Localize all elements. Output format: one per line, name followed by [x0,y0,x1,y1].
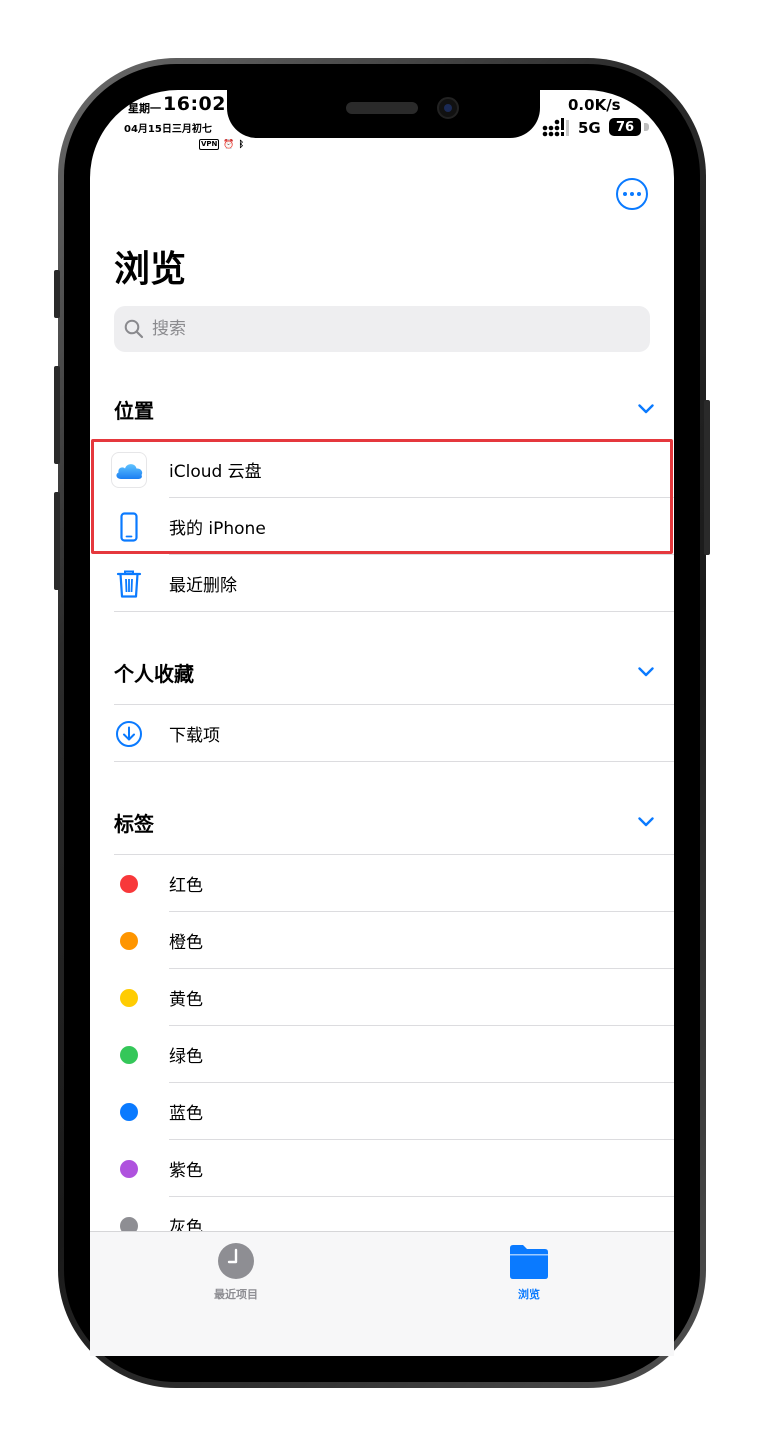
tag-row[interactable]: 绿色 [114,1026,674,1083]
tag-color-icon [114,1040,144,1070]
tag-list: 红色橙色黄色绿色蓝色紫色灰色 [0,0,764,1231]
tag-color-icon [114,1097,144,1127]
tag-color-icon [114,1154,144,1184]
row-label: 灰色 [169,1218,203,1231]
tag-color-icon [114,983,144,1013]
tab-recents[interactable]: 最近项目 [176,1242,296,1302]
tag-color-dot [120,1159,138,1178]
row-label: 蓝色 [169,1104,203,1124]
tag-row[interactable]: 蓝色 [114,1083,674,1140]
tag-color-dot [120,1102,138,1121]
row-label: 橙色 [169,933,203,953]
tag-color-icon [114,926,144,956]
tag-row[interactable]: 橙色 [114,912,674,969]
tag-row[interactable]: 紫色 [114,1140,674,1197]
tag-color-dot [120,931,138,950]
folder-icon [510,1245,548,1279]
tag-color-dot [120,874,138,893]
row-label: 红色 [169,876,203,896]
tag-color-icon [114,1211,144,1231]
clock-icon [218,1243,254,1279]
tag-color-dot [120,988,138,1007]
tag-color-dot [120,1045,138,1064]
row-label: 黄色 [169,990,203,1010]
tab-browse[interactable]: 浏览 [469,1242,589,1302]
tag-color-icon [114,869,144,899]
tab-label: 最近项目 [214,1288,258,1301]
row-label: 绿色 [169,1047,203,1067]
tag-row[interactable]: 红色 [114,855,674,912]
tag-row[interactable]: 黄色 [114,969,674,1026]
row-label: 紫色 [169,1161,203,1181]
tab-label: 浏览 [518,1288,540,1301]
tab-bar: 最近项目 浏览 [90,1231,674,1356]
tag-row[interactable]: 灰色 [114,1197,674,1231]
tag-color-dot [120,1216,138,1231]
